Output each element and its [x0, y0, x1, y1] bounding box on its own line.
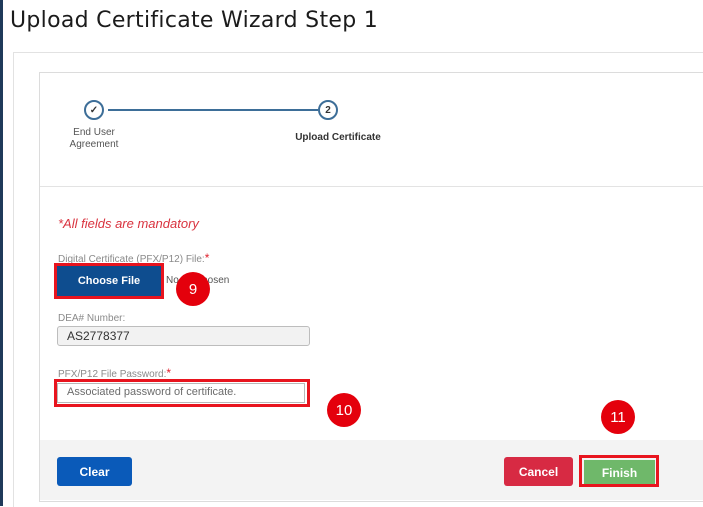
stepper-connector: [108, 109, 318, 111]
choose-file-highlight: [54, 263, 164, 299]
mandatory-note: *All fields are mandatory: [58, 216, 199, 231]
finish-highlight: [579, 455, 659, 487]
step-1-label: End User Agreement: [69, 127, 119, 150]
password-highlight: [54, 379, 310, 407]
required-asterisk: *: [166, 366, 172, 380]
page-title: Upload Certificate Wizard Step 1: [10, 8, 379, 33]
required-asterisk: *: [204, 251, 210, 265]
annotation-badge-11: 11: [601, 400, 635, 434]
annotation-badge-9: 9: [176, 272, 210, 306]
clear-button[interactable]: Clear: [57, 457, 132, 486]
step-1-check-icon[interactable]: ✓: [84, 100, 104, 120]
step-2-indicator[interactable]: 2: [318, 100, 338, 120]
password-label: PFX/P12 File Password:*: [58, 366, 171, 380]
dea-number-field: AS2778377: [57, 326, 310, 346]
dea-number-label: DEA# Number:: [58, 313, 126, 324]
left-border: [0, 0, 3, 506]
step-2-label: Upload Certificate: [295, 132, 381, 143]
section-divider: [40, 186, 703, 187]
cancel-button[interactable]: Cancel: [504, 457, 573, 486]
annotation-badge-10: 10: [327, 393, 361, 427]
